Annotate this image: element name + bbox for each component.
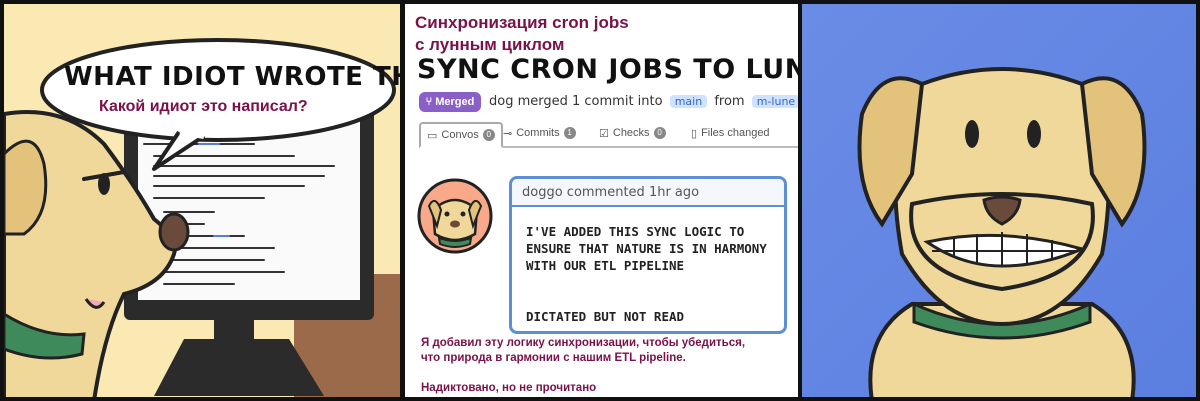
merged-badge: ⑂ Merged [419,92,481,112]
file-icon: ▯ [691,127,698,140]
speech-text-ru: Какой идиот это написал? [99,98,308,115]
translation-line1: Я добавил эту логику синхронизации, чтоб… [421,337,746,349]
pr-title-ru: Синхронизация cron jobs с лунным циклом [415,12,715,56]
tab-convos-label: Convos [441,129,479,141]
pr-title-ru-line2: с лунным циклом [415,35,565,54]
dog-grimacing [857,67,1147,397]
merged-from-text: from [714,94,745,109]
merged-summary: dog merged 1 commit into main from m-lun… [489,94,798,109]
translation-line2: что природа в гармонии с нашим ETL pipel… [421,352,686,364]
panel-grimacing-dog [798,0,1200,401]
tab-convos-count: 0 [482,129,495,141]
pr-title-en: SYNC CRON JOBS TO LUNAR CYCLE [417,54,798,85]
panel3-illustration [857,67,1147,397]
translation-line3: Надиктовано, но не прочитано [421,382,597,394]
tab-convos[interactable]: ▭ Convos 0 [419,122,503,148]
merged-summary-text: dog merged 1 commit into [489,94,663,109]
target-branch[interactable]: main [669,95,708,108]
tab-commits-count: 1 [563,127,576,139]
pr-tabs: ▭ Convos 0 ⊸ Commits 1 ☑ Checks 0 ▯ File… [419,120,798,148]
commit-icon: ⊸ [503,127,513,140]
tab-commits-label: Commits [516,127,560,139]
tab-files-changed[interactable]: ▯ Files changed [691,122,770,144]
translation-ru: Я добавил эту логику синхронизации, чтоб… [421,336,791,396]
merged-badge-label: Merged [435,96,475,108]
tab-checks[interactable]: ☑ Checks 0 [599,122,666,144]
doggo-avatar [417,178,493,254]
speech-text-en: WHAT IDIOT WROTE THIS? [64,62,400,92]
checklist-icon: ☑ [599,127,609,140]
pr-comment: doggo commented 1hr ago I'VE ADDED THIS … [509,176,787,334]
tab-checks-label: Checks [612,127,650,139]
merge-icon: ⑂ [425,96,433,108]
tab-commits[interactable]: ⊸ Commits 1 [503,122,576,144]
tab-checks-count: 0 [653,127,666,139]
tab-files-label: Files changed [701,127,770,139]
pr-title-ru-line1: Синхронизация cron jobs [415,13,629,32]
comment-header: doggo commented 1hr ago [512,179,784,207]
comment-signature: DICTATED BUT NOT READ [526,309,685,324]
panel-pull-request: Синхронизация cron jobs с лунным циклом … [401,0,802,401]
speech-bubble-icon: ▭ [427,129,438,142]
comment-body: I'VE ADDED THIS SYNC LOGIC TO ENSURE THA… [526,224,767,273]
panel-angry-dog-at-monitor: WHAT IDIOT WROTE THIS? Какой идиот это н… [0,0,404,401]
source-branch[interactable]: m-lune [751,95,798,108]
